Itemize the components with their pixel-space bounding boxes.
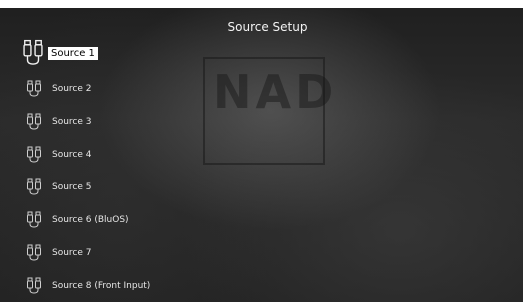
source-item-label: Source 2 (52, 84, 92, 94)
rca-connector-icon (26, 79, 42, 99)
source-setup-screen: NAD Source Setup Source 1 Source 2 Sourc… (0, 0, 525, 302)
source-item-1[interactable]: Source 1 (22, 39, 98, 67)
source-item-label: Source 1 (48, 46, 98, 60)
rca-connector-icon (26, 112, 42, 132)
source-item-label: Source 4 (52, 150, 92, 160)
rca-connector-icon (22, 39, 44, 67)
nad-logo-text: NAD (213, 65, 338, 119)
page-title: Source Setup (227, 20, 308, 34)
rca-connector-icon (26, 276, 42, 296)
source-item-label: Source 8 (Front Input) (52, 281, 151, 291)
source-item-4[interactable]: Source 4 (26, 144, 92, 166)
source-item-5[interactable]: Source 5 (26, 176, 92, 198)
rca-connector-icon (26, 177, 42, 197)
rca-connector-icon (26, 243, 42, 263)
source-item-label: Source 7 (52, 248, 92, 258)
source-item-8[interactable]: Source 8 (Front Input) (26, 275, 150, 297)
source-item-7[interactable]: Source 7 (26, 242, 92, 264)
source-item-3[interactable]: Source 3 (26, 111, 92, 133)
rca-connector-icon (26, 145, 42, 165)
source-item-label: Source 3 (52, 117, 92, 127)
rca-connector-icon (26, 210, 42, 230)
source-item-label: Source 5 (52, 182, 92, 192)
source-item-label: Source 6 (BluOS) (52, 215, 129, 225)
top-border (0, 0, 525, 8)
source-item-2[interactable]: Source 2 (26, 78, 92, 100)
nad-logo-watermark: NAD (203, 57, 333, 165)
source-item-6[interactable]: Source 6 (BluOS) (26, 209, 129, 231)
